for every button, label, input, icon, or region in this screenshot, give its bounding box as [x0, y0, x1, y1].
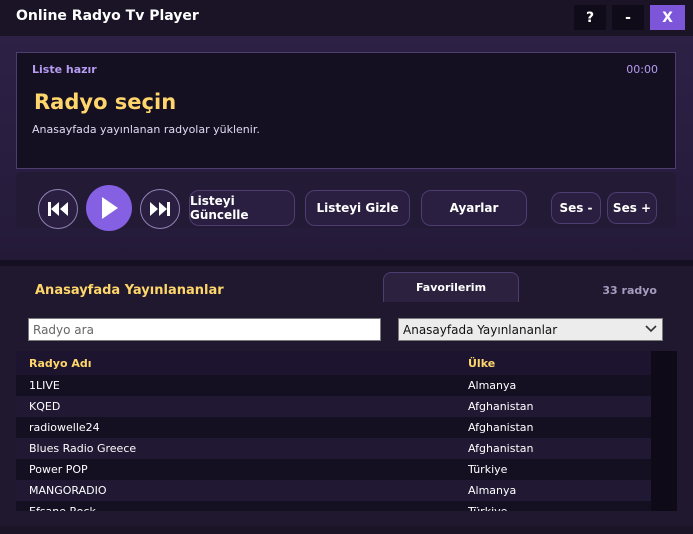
- chevron-down-icon: [645, 325, 657, 333]
- volume-up-button[interactable]: Ses +: [607, 192, 657, 224]
- station-name: Power POP: [29, 463, 88, 476]
- table-body: 1LIVE Almanya KQED Afghanistan radiowelle24 A…: [16, 375, 651, 511]
- table-header: Radyo Adı Ülke: [16, 351, 651, 375]
- list-title: Anasayfada Yayınlananlar: [35, 283, 224, 298]
- station-country: Almanya: [468, 484, 517, 497]
- time-display: 00:00: [626, 63, 658, 76]
- now-playing-box: Liste hazır 00:00 Radyo seçin Anasayfada…: [16, 52, 676, 169]
- table-row[interactable]: Efsane Rock Türkiye: [16, 501, 651, 511]
- app-title: Online Radyo Tv Player: [16, 8, 199, 24]
- play-icon: [102, 197, 118, 219]
- play-button[interactable]: [86, 185, 132, 231]
- status-text: Liste hazır: [32, 63, 97, 76]
- now-playing-subtitle: Anasayfada yayınlanan radyolar yüklenir.: [32, 123, 260, 136]
- next-button[interactable]: [140, 189, 180, 229]
- hide-list-button[interactable]: Listeyi Gizle: [305, 190, 410, 226]
- refresh-list-button[interactable]: Listeyi Güncelle: [189, 190, 295, 226]
- category-select[interactable]: Anasayfada Yayınlananlar: [398, 318, 663, 341]
- search-input[interactable]: [28, 318, 381, 341]
- station-country: Almanya: [468, 379, 517, 392]
- help-button[interactable]: ?: [574, 5, 606, 30]
- station-country: Afghanistan: [468, 421, 534, 434]
- previous-button[interactable]: [38, 189, 78, 229]
- settings-button[interactable]: Ayarlar: [421, 190, 527, 226]
- table-row[interactable]: MANGORADIO Almanya: [16, 480, 651, 501]
- column-header-name[interactable]: Radyo Adı: [29, 357, 91, 370]
- category-select-value: Anasayfada Yayınlananlar: [403, 322, 558, 337]
- now-playing-title: Radyo seçin: [34, 90, 177, 114]
- vertical-scrollbar[interactable]: [651, 351, 677, 511]
- column-header-country[interactable]: Ülke: [468, 357, 495, 370]
- station-table: Radyo Adı Ülke 1LIVE Almanya KQED Afghanist…: [16, 351, 677, 511]
- table-row[interactable]: radiowelle24 Afghanistan: [16, 417, 651, 438]
- station-name: Efsane Rock: [29, 505, 96, 511]
- station-name: KQED: [29, 400, 61, 413]
- title-bar: Online Radyo Tv Player ? - X: [0, 0, 693, 36]
- tab-favorites[interactable]: Favorilerim: [383, 272, 519, 302]
- station-country: Türkiye: [468, 505, 507, 511]
- close-button[interactable]: X: [650, 5, 685, 30]
- station-name: MANGORADIO: [29, 484, 107, 497]
- table-row[interactable]: Blues Radio Greece Afghanistan: [16, 438, 651, 459]
- station-country: Türkiye: [468, 463, 508, 476]
- table-row[interactable]: KQED Afghanistan: [16, 396, 651, 417]
- minimize-button[interactable]: -: [612, 5, 644, 30]
- skip-back-icon: [48, 202, 68, 216]
- table-row[interactable]: 1LIVE Almanya: [16, 375, 651, 396]
- volume-down-button[interactable]: Ses -: [551, 192, 601, 224]
- station-name: radiowelle24: [29, 421, 100, 434]
- station-name: 1LIVE: [29, 379, 60, 392]
- bottom-bar: [0, 526, 693, 534]
- station-country: Afghanistan: [468, 400, 534, 413]
- station-count: 33 radyo: [602, 284, 657, 297]
- station-country: Afghanistan: [468, 442, 534, 455]
- skip-forward-icon: [150, 202, 170, 216]
- control-bar: Listeyi Güncelle Listeyi Gizle Ayarlar S…: [16, 172, 676, 231]
- station-list-panel: Anasayfada Yayınlananlar Favorilerim 33 …: [0, 266, 693, 526]
- player-panel: Liste hazır 00:00 Radyo seçin Anasayfada…: [0, 36, 693, 260]
- station-name: Blues Radio Greece: [29, 442, 137, 455]
- table-row[interactable]: Power POP Türkiye: [16, 459, 651, 480]
